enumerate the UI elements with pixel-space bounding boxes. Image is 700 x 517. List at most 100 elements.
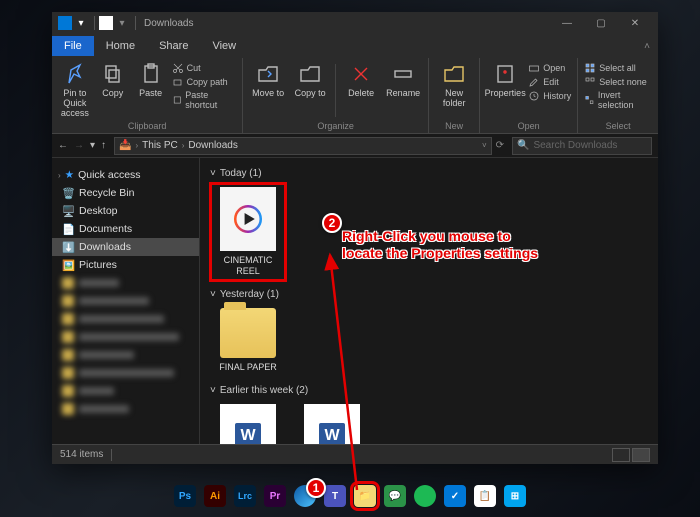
sidebar-item-downloads[interactable]: ⬇️Downloads (52, 238, 199, 256)
chevron-down-icon: ˅ (210, 289, 216, 300)
nav-recent-button[interactable]: ▾ (90, 140, 95, 151)
taskbar-app3[interactable]: ⊞ (504, 485, 526, 507)
select-none-icon (584, 76, 596, 88)
qat-down-icon[interactable]: ▾ (74, 16, 88, 30)
taskbar-photoshop[interactable]: Ps (174, 485, 196, 507)
delete-button[interactable]: Delete (342, 60, 380, 121)
downloads-icon: ⬇️ (62, 241, 74, 253)
qat-caret-icon[interactable]: ▾ (115, 16, 129, 30)
star-icon: ★ (65, 169, 74, 181)
move-to-button[interactable]: Move to (249, 60, 287, 121)
tab-view[interactable]: View (200, 36, 248, 56)
group-organize-label: Organize (249, 121, 422, 133)
select-none-button[interactable]: Select none (584, 76, 652, 88)
invert-selection-button[interactable]: Invert selection (584, 90, 652, 110)
taskbar-spotify[interactable] (414, 485, 436, 507)
properties-button[interactable]: Properties (486, 60, 524, 121)
group-header-today[interactable]: ˅Today (1) (206, 166, 652, 181)
minimize-button[interactable]: — (550, 18, 584, 29)
tab-file[interactable]: File (52, 36, 94, 56)
open-button[interactable]: Open (528, 62, 571, 74)
annotation-text: Right-Click you mouse to locate the Prop… (342, 228, 538, 262)
taskbar: Ps Ai Lrc Pr T 📁 💬 ✓ 📋 ⊞ (174, 485, 526, 507)
close-button[interactable]: ✕ (618, 18, 652, 29)
group-new-label: New (435, 121, 473, 133)
view-icons-button[interactable] (632, 448, 650, 462)
taskbar-file-explorer[interactable]: 📁 (354, 485, 376, 507)
history-icon (528, 90, 540, 102)
taskbar-app2[interactable]: 📋 (474, 485, 496, 507)
folder-icon: 📥 (119, 140, 131, 151)
view-details-button[interactable] (612, 448, 630, 462)
sidebar-item-desktop[interactable]: 🖥️Desktop (52, 202, 199, 220)
sidebar-item-pictures[interactable]: 🖼️Pictures (52, 256, 199, 274)
recycle-bin-icon: 🗑️ (62, 187, 74, 199)
move-icon (256, 62, 280, 86)
open-icon (528, 62, 540, 74)
chevron-down-icon: ˅ (210, 168, 216, 179)
quick-access-header[interactable]: › ★ Quick access (52, 166, 199, 184)
item-count: 514 items (60, 449, 103, 460)
select-all-button[interactable]: Select all (584, 62, 652, 74)
invert-icon (584, 94, 595, 106)
copy-path-button[interactable]: Copy path (172, 76, 237, 88)
shortcut-icon (172, 94, 183, 106)
word-file-icon (220, 404, 276, 444)
group-open-label: Open (486, 121, 571, 133)
file-docx-1[interactable] (214, 404, 282, 444)
qat-new-icon[interactable] (99, 16, 113, 30)
folder-icon (220, 308, 276, 358)
tab-share[interactable]: Share (147, 36, 200, 56)
sidebar-item-documents[interactable]: 📄Documents (52, 220, 199, 238)
new-folder-icon (442, 62, 466, 86)
group-header-earlier[interactable]: ˅Earlier this week (2) (206, 383, 652, 398)
crumb-downloads[interactable]: Downloads (188, 140, 237, 151)
navigation-pane: › ★ Quick access 🗑️Recycle Bin 🖥️Desktop… (52, 158, 200, 444)
edit-button[interactable]: Edit (528, 76, 571, 88)
cut-button[interactable]: Cut (172, 62, 237, 74)
search-icon: 🔍 (517, 140, 529, 151)
copy-button[interactable]: Copy (96, 60, 130, 121)
delete-icon (349, 62, 373, 86)
window-title: Downloads (144, 18, 193, 29)
properties-icon (493, 62, 517, 86)
nav-up-button[interactable]: ↑ (101, 140, 106, 151)
paste-icon (139, 62, 163, 86)
paste-button[interactable]: Paste (134, 60, 168, 121)
rename-button[interactable]: Rename (384, 60, 422, 121)
taskbar-lightroom[interactable]: Lrc (234, 485, 256, 507)
taskbar-app1[interactable]: ✓ (444, 485, 466, 507)
taskbar-teams[interactable]: T (324, 485, 346, 507)
tab-home[interactable]: Home (94, 36, 147, 56)
pin-quick-access-button[interactable]: Pin to Quick access (58, 60, 92, 121)
nav-forward-button[interactable]: → (74, 140, 84, 151)
sidebar-item-recycle-bin[interactable]: 🗑️Recycle Bin (52, 184, 199, 202)
paste-shortcut-button[interactable]: Paste shortcut (172, 90, 237, 110)
desktop-icon: 🖥️ (62, 205, 74, 217)
crumb-this-pc[interactable]: This PC (142, 140, 178, 151)
folder-final-paper[interactable]: FINAL PAPER (214, 308, 282, 373)
titlebar: ▾ ▾ Downloads — ▢ ✕ (52, 12, 658, 34)
taskbar-messages[interactable]: 💬 (384, 485, 406, 507)
new-folder-button[interactable]: New folder (435, 60, 473, 121)
maximize-button[interactable]: ▢ (584, 18, 618, 29)
group-header-yesterday[interactable]: ˅Yesterday (1) (206, 287, 652, 302)
refresh-button[interactable]: ⟳ (496, 140, 504, 151)
taskbar-premiere[interactable]: Pr (264, 485, 286, 507)
file-cinematic-reel[interactable]: CINEMATIC REEL (214, 187, 282, 277)
nav-back-button[interactable]: ← (58, 140, 68, 151)
history-button[interactable]: History (528, 90, 571, 102)
search-input[interactable]: 🔍 Search Downloads (512, 137, 652, 155)
pictures-icon: 🖼️ (62, 259, 74, 271)
copy-to-button[interactable]: Copy to (291, 60, 329, 121)
qat-folder-icon (58, 16, 72, 30)
ribbon: Pin to Quick access Copy Paste Cut Copy … (52, 58, 658, 134)
copy-icon (101, 62, 125, 86)
taskbar-illustrator[interactable]: Ai (204, 485, 226, 507)
scissors-icon (172, 62, 184, 74)
ribbon-tabs: File Home Share View ˄ (52, 34, 658, 58)
file-docx-2[interactable] (298, 404, 366, 444)
annotation-badge-2: 2 (322, 213, 342, 233)
ribbon-collapse-icon[interactable]: ˄ (644, 41, 658, 52)
breadcrumb[interactable]: 📥 › This PC › Downloads ˅ (114, 137, 492, 155)
